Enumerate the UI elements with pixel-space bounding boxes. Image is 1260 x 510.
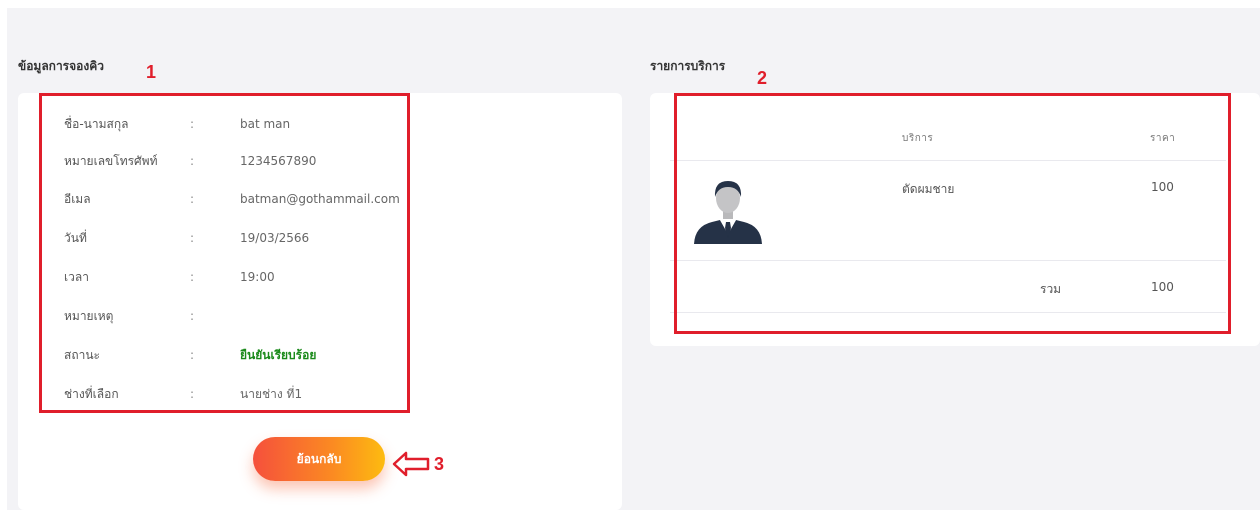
annotation-number-1: 1 [146,62,157,82]
arrow-left-icon [392,451,430,477]
highlight-box-2 [674,93,1231,334]
services-title: รายการบริการ [650,59,726,73]
highlight-box-1 [39,93,410,413]
annotation-number-3: 3 [434,454,445,474]
back-button[interactable]: ย้อนกลับ [253,437,385,481]
annotation-number-2: 2 [757,68,768,88]
booking-info-title: ข้อมูลการจองคิว [18,59,104,73]
